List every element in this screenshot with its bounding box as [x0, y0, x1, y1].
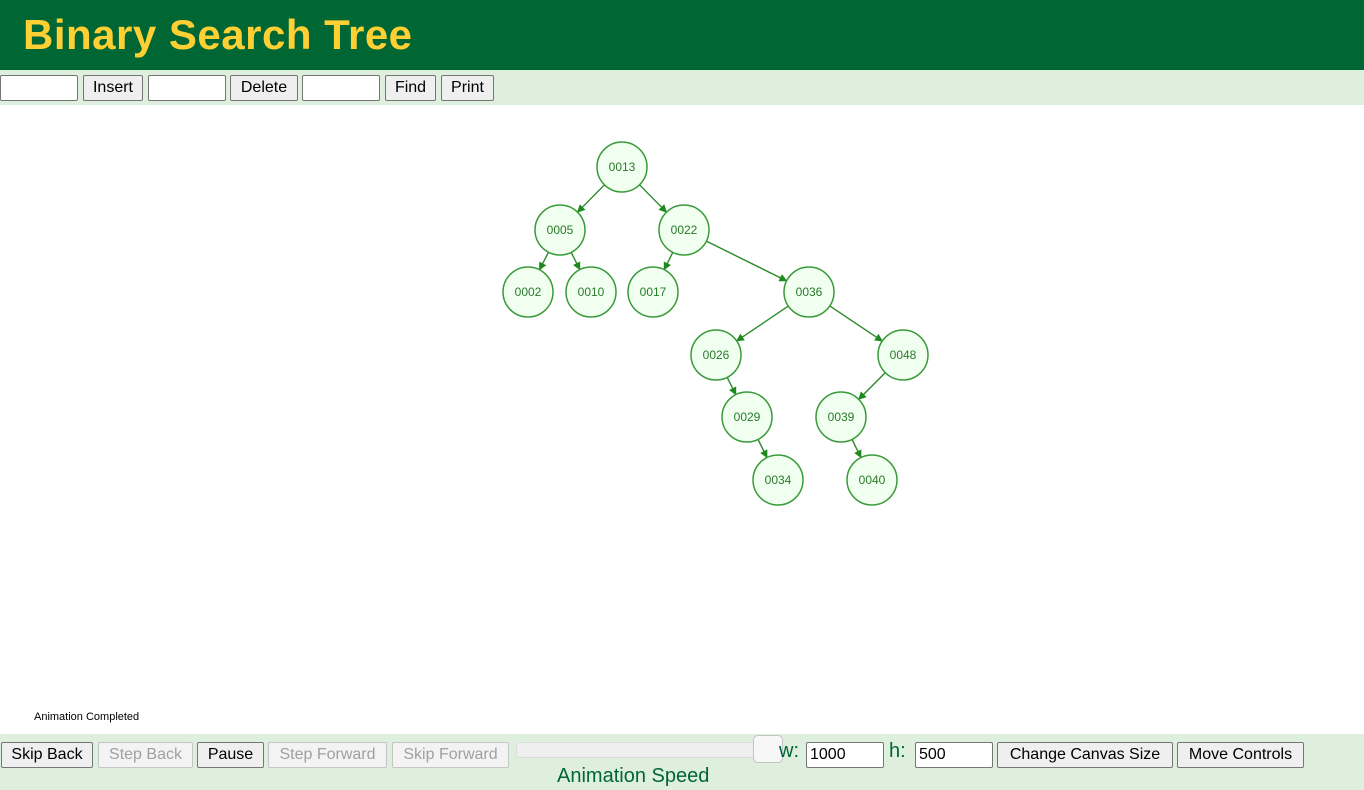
find-input[interactable] [302, 75, 380, 101]
canvas-height-label: h: [889, 740, 906, 762]
canvas-height-input[interactable] [915, 742, 993, 768]
tree-node-label: 0005 [547, 223, 574, 237]
page-header: Binary Search Tree [0, 0, 1364, 70]
status-message: Animation Completed [34, 711, 140, 723]
find-button[interactable]: Find [385, 75, 436, 101]
tree-edge-0036-0048 [829, 305, 883, 342]
step-back-button[interactable]: Step Back [98, 742, 193, 768]
tree-node-0005: 0005 [534, 204, 586, 256]
tree-node-0026: 0026 [690, 329, 742, 381]
tree-node-label: 0034 [765, 473, 792, 487]
tree-edge-0005-0002 [538, 251, 550, 271]
tree-node-0022: 0022 [658, 204, 710, 256]
tree-node-label: 0022 [671, 223, 698, 237]
tree-edge-0026-0029 [726, 377, 737, 396]
tree-node-0048: 0048 [877, 329, 929, 381]
tree-node-0010: 0010 [565, 266, 617, 318]
change-canvas-size-button[interactable]: Change Canvas Size [997, 742, 1173, 768]
tree-edge-0039-0040 [851, 439, 862, 459]
tree-node-0040: 0040 [846, 454, 898, 506]
tree-node-label: 0010 [578, 285, 605, 299]
tree-node-label: 0029 [734, 410, 761, 424]
tree-node-label: 0002 [515, 285, 542, 299]
insert-input[interactable] [0, 75, 78, 101]
move-controls-button[interactable]: Move Controls [1177, 742, 1304, 768]
print-button[interactable]: Print [441, 75, 494, 101]
tree-edge-0005-0010 [570, 252, 581, 271]
canvas-width-input[interactable] [806, 742, 884, 768]
tree-edge-0036-0026 [736, 305, 789, 342]
tree-canvas: 0013 0005 0022 0002 0010 0017 0036 0026 0048 0029… [502, 141, 929, 506]
tree-edge-0013-0005 [576, 184, 605, 213]
tree-node-label: 0048 [890, 348, 917, 362]
tree-edge-0048-0039 [858, 372, 886, 400]
tree-nodes: 0013 0005 0022 0002 0010 0017 0036 0026 0048 0029… [502, 141, 929, 506]
tree-node-label: 0026 [703, 348, 730, 362]
animation-speed-label: Animation Speed [557, 765, 710, 787]
tree-node-0039: 0039 [815, 391, 867, 443]
tree-node-label: 0013 [609, 160, 636, 174]
tree-edge-0022-0017 [663, 252, 674, 271]
skip-back-button[interactable]: Skip Back [1, 742, 93, 768]
delete-input[interactable] [148, 75, 226, 101]
canvas-width-label: w: [779, 740, 799, 762]
algorithm-toolbar: Insert Delete Find Print [0, 70, 1364, 105]
tree-node-0013: 0013 [596, 141, 648, 193]
step-forward-button[interactable]: Step Forward [268, 742, 387, 768]
tree-node-label: 0017 [640, 285, 667, 299]
tree-node-0017: 0017 [627, 266, 679, 318]
tree-node-label: 0039 [828, 410, 855, 424]
tree-node-label: 0036 [796, 285, 823, 299]
tree-node-0002: 0002 [502, 266, 554, 318]
page-title: Binary Search Tree [23, 11, 413, 58]
pause-button[interactable]: Pause [197, 742, 264, 768]
animation-speed-slider[interactable] [516, 742, 780, 758]
tree-node-label: 0040 [859, 473, 886, 487]
tree-edge-0013-0022 [639, 184, 668, 213]
tree-node-0036: 0036 [783, 266, 835, 318]
skip-forward-button[interactable]: Skip Forward [392, 742, 509, 768]
insert-button[interactable]: Insert [83, 75, 143, 101]
tree-edge-0022-0036 [706, 240, 788, 282]
tree-node-0029: 0029 [721, 391, 773, 443]
tree-node-0034: 0034 [752, 454, 804, 506]
animation-controls: Skip Back Step Back Pause Step Forward S… [0, 734, 1364, 790]
delete-button[interactable]: Delete [230, 75, 298, 101]
tree-edge-0029-0034 [757, 439, 768, 459]
